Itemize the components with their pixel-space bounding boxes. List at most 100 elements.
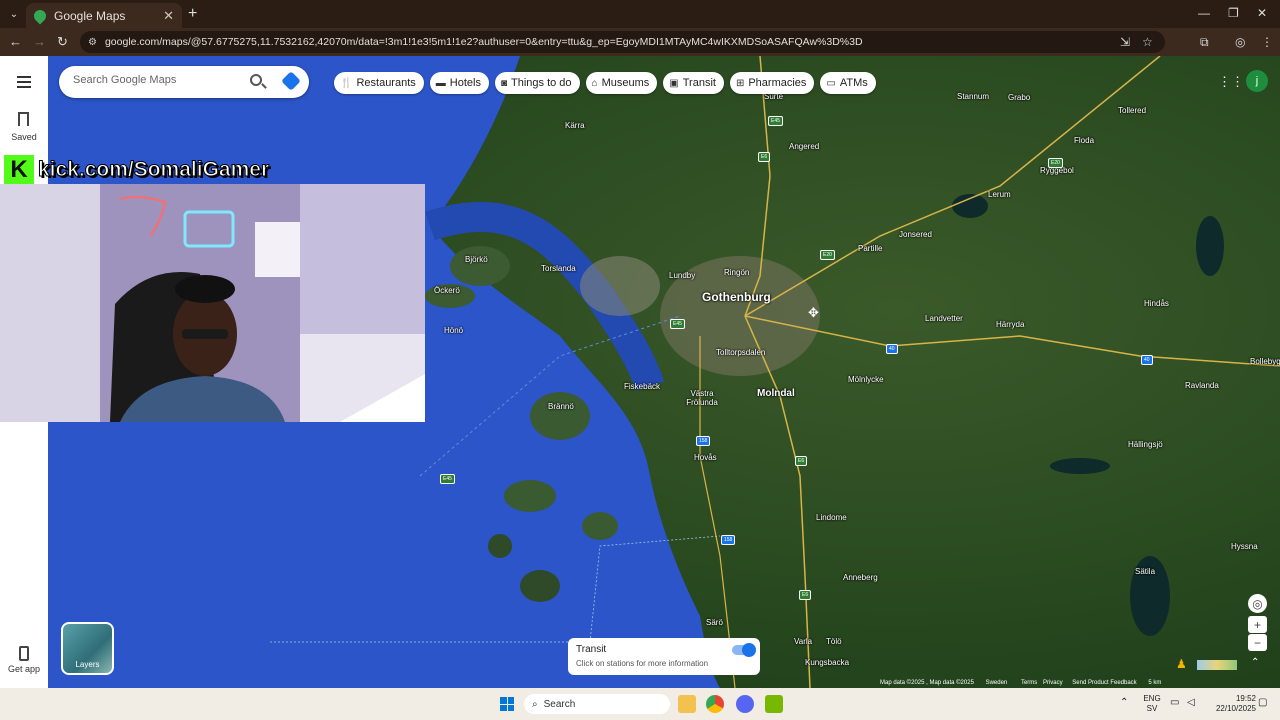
tab-close-icon[interactable]: ✕ [163,8,174,24]
kick-logo-icon: K [4,155,34,185]
terms-link[interactable]: Terms [1021,680,1037,686]
zoom-out-button[interactable]: − [1248,634,1267,651]
place-label-gothenburg[interactable]: Gothenburg [702,290,771,304]
place-label-karra[interactable]: Kärra [565,121,585,130]
chip-things-to-do[interactable]: ◙ Things to do [494,72,580,94]
nvidia-icon[interactable] [765,695,783,713]
place-label-lindome[interactable]: Lindome [816,513,847,522]
place-label-hindas[interactable]: Hindås [1144,299,1169,308]
place-label-vastra-frolunda[interactable]: Västra Frölunda [682,389,722,407]
road-shield: 158 [721,535,736,545]
place-label-ravlanda[interactable]: Ravlanda [1185,381,1219,390]
place-label-hovas[interactable]: Hovås [694,453,717,462]
place-label-torslanda[interactable]: Torslanda [541,264,576,273]
place-label-bjorko[interactable]: Björkö [465,255,488,264]
extensions-puzzle-icon[interactable]: ⧉ [1200,35,1209,50]
place-label-landvetter[interactable]: Landvetter [925,314,963,323]
search-icon[interactable] [250,74,262,86]
place-label-fiskeback[interactable]: Fiskebäck [624,382,660,391]
restore-icon[interactable]: ❐ [1228,6,1239,20]
menu-hamburger-icon[interactable] [17,76,31,91]
place-label-stannum[interactable]: Stannum [957,92,989,101]
forward-arrow-icon[interactable]: → [33,34,46,49]
place-label-hono[interactable]: Hönö [444,326,463,335]
browser-menu-icon[interactable]: ⋮ [1261,35,1273,49]
chip-restaurants[interactable]: 🍴 Restaurants [334,72,424,94]
notifications-icon[interactable]: ▢ [1258,698,1267,708]
volume-icon[interactable]: ◁ [1187,698,1195,708]
map-data-text: Map data ©2025 , Map data ©2025 [880,680,974,686]
place-label-molnlycke[interactable]: Mölnlycke [848,375,884,384]
chip-hotels[interactable]: ▬ Hotels [429,72,489,94]
place-label-kungsbacka[interactable]: Kungsbacka [805,658,849,667]
place-label-harryda[interactable]: Härryda [996,320,1024,329]
phone-icon[interactable] [19,646,29,661]
scale-text[interactable]: 5 km [1148,680,1161,686]
place-label-angered[interactable]: Angered [789,142,819,151]
place-label-partille[interactable]: Partille [858,244,882,253]
place-label-tolltorpsdalen[interactable]: Tolltorpsdalen [716,348,765,357]
chip-transit[interactable]: ▣ Transit [663,72,724,94]
place-label-anneberg[interactable]: Anneberg [843,573,878,582]
place-label-grabo[interactable]: Grabo [1008,93,1030,102]
place-label-ringon[interactable]: Ringön [724,268,749,277]
account-avatar[interactable]: j [1246,70,1268,92]
chip-pharmacies[interactable]: ⊞ Pharmacies [729,72,815,94]
language-indicator[interactable]: ENG SV [1140,694,1164,714]
transit-toggle[interactable] [732,643,756,657]
place-label-bollebygd[interactable]: Bollebyg [1250,357,1280,366]
place-label-floda[interactable]: Floda [1074,136,1094,145]
chrome-icon[interactable] [706,695,724,713]
site-info-icon[interactable]: ⚙ [88,37,97,48]
new-tab-plus-icon[interactable]: + [188,5,197,23]
saved-label[interactable]: Saved [0,132,48,142]
search-input[interactable] [73,74,233,86]
place-label-satila[interactable]: Sätila [1135,567,1155,576]
minimize-icon[interactable]: — [1198,6,1210,20]
place-label-hallingsjo[interactable]: Hällingsjö [1128,440,1163,449]
place-label-jonsered[interactable]: Jonsered [899,230,932,239]
place-label-saro[interactable]: Särö [706,618,723,627]
network-icon[interactable]: ▭ [1170,698,1179,708]
zoom-in-button[interactable]: + [1248,616,1267,633]
transit-card[interactable]: Transit Click on stations for more infor… [568,638,760,675]
bookmark-star-icon[interactable]: ☆ [1142,35,1153,49]
expand-chevron-up-icon[interactable]: ⌃ [1251,657,1259,668]
country-text[interactable]: Sweden [986,680,1008,686]
pegman-icon[interactable]: ♟ [1176,657,1187,671]
tab-google-maps[interactable]: Google Maps ✕ [26,3,182,28]
reload-icon[interactable]: ↻ [57,34,68,50]
taskbar-search[interactable]: ⌕ Search [524,694,670,714]
place-label-ockero[interactable]: Öckerö [434,286,460,295]
directions-icon[interactable] [281,71,301,91]
place-label-varla[interactable]: Varla [794,637,812,646]
my-location-icon[interactable]: ◎ [1248,594,1267,613]
back-arrow-icon[interactable]: ← [9,34,22,49]
tray-chevron-up-icon[interactable]: ⌃ [1120,698,1128,708]
layers-button[interactable]: Layers [61,622,114,675]
bookmark-icon[interactable] [18,112,29,126]
discord-icon[interactable] [736,695,754,713]
imagery-thumbnails[interactable] [1197,660,1237,670]
profile-icon[interactable]: ◎ [1235,35,1245,49]
place-label-lerum[interactable]: Lerum [988,190,1011,199]
install-app-icon[interactable]: ⇲ [1120,35,1130,49]
place-label-lundby[interactable]: Lundby [669,271,695,280]
get-app-label[interactable]: Get app [0,664,48,674]
feedback-link[interactable]: Send Product Feedback [1072,680,1136,686]
window-close-icon[interactable]: ✕ [1257,6,1267,20]
place-label-tollered[interactable]: Tollered [1118,106,1146,115]
chip-museums[interactable]: ⌂ Museums [585,72,658,94]
file-explorer-icon[interactable] [678,695,696,713]
chip-atms[interactable]: ▭ ATMs [820,72,876,94]
taskbar-search-label: Search [543,698,576,710]
address-bar[interactable]: ⚙ google.com/maps/@57.6775275,11.7532162… [80,31,1165,53]
clock[interactable]: 19:52 22/10/2025 [1206,694,1256,714]
place-label-molndal[interactable]: Molndal [757,388,795,399]
place-label-tolo[interactable]: Tölö [826,637,842,646]
place-label-hyssna[interactable]: Hyssna [1231,542,1258,551]
windows-start-icon[interactable] [500,697,514,711]
place-label-branno[interactable]: Brännö [548,402,574,411]
privacy-link[interactable]: Privacy [1043,680,1063,686]
tab-search-chevron-icon[interactable]: ⌄ [4,4,24,24]
